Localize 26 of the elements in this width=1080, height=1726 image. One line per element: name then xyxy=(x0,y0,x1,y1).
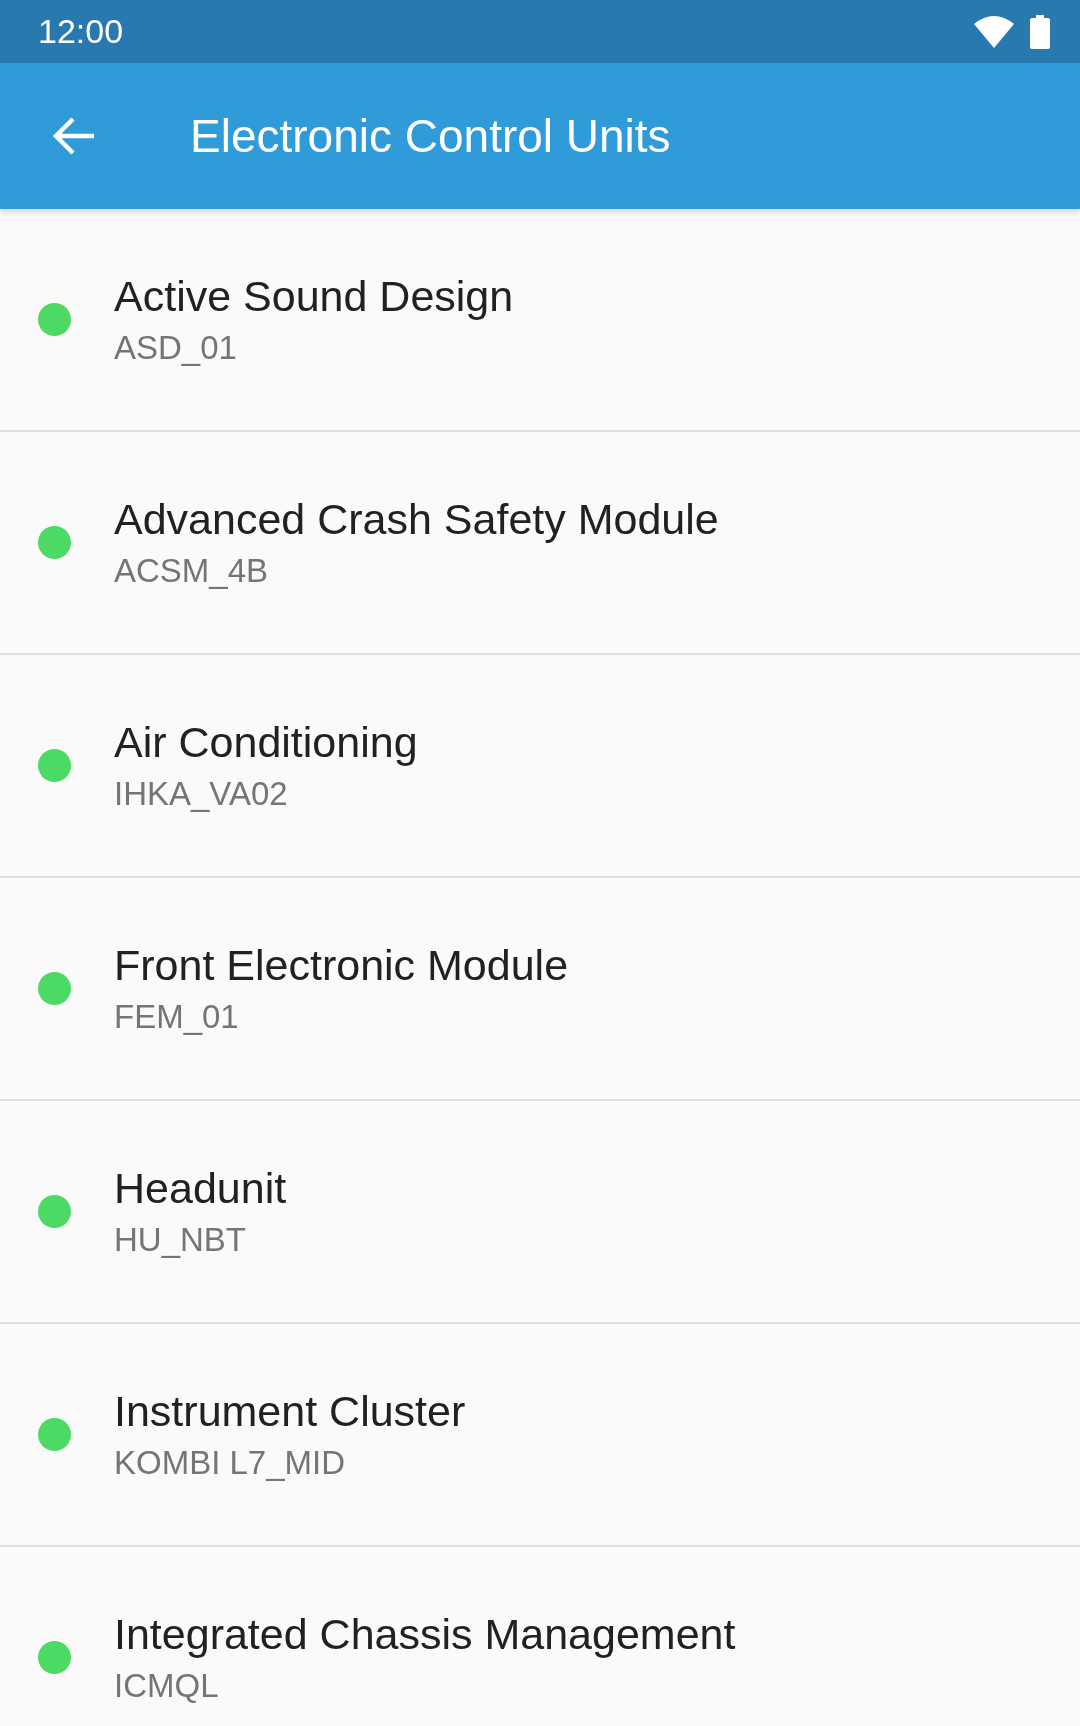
unit-name: Headunit xyxy=(114,1164,287,1213)
unit-code: FEM_01 xyxy=(114,998,240,1036)
screen-title: Electronic Control Units xyxy=(190,109,671,163)
unit-name: Integrated Chassis Management xyxy=(114,1610,736,1659)
unit-list-item[interactable]: Active Sound Design ASD_01 xyxy=(0,209,1080,432)
unit-list-item[interactable]: Front Electronic Module FEM_01 xyxy=(0,878,1080,1101)
unit-name: Front Electronic Module xyxy=(114,941,569,990)
unit-list-item[interactable]: Instrument Cluster KOMBI L7_MID xyxy=(0,1324,1080,1547)
unit-name: Advanced Crash Safety Module xyxy=(114,495,719,544)
status-time: 12:00 xyxy=(38,12,124,51)
unit-code: HU_NBT xyxy=(114,1221,248,1259)
unit-name: Air Conditioning xyxy=(114,718,418,767)
unit-code: ICMQL xyxy=(114,1667,220,1705)
unit-name: Active Sound Design xyxy=(114,272,514,321)
unit-code: KOMBI L7_MID xyxy=(114,1444,347,1482)
back-arrow-icon[interactable] xyxy=(52,116,96,156)
battery-icon xyxy=(1030,14,1050,49)
unit-list-item[interactable]: Integrated Chassis Management ICMQL xyxy=(0,1547,1080,1726)
unit-code: IHKA_VA02 xyxy=(114,775,289,813)
unit-name: Instrument Cluster xyxy=(114,1387,466,1436)
unit-code: ASD_01 xyxy=(114,329,238,367)
unit-list-item[interactable]: Headunit HU_NBT xyxy=(0,1101,1080,1324)
unit-list-item[interactable]: Advanced Crash Safety Module ACSM_4B xyxy=(0,432,1080,655)
wifi-icon xyxy=(974,15,1014,48)
unit-list-item[interactable]: Air Conditioning IHKA_VA02 xyxy=(0,655,1080,878)
unit-code: ACSM_4B xyxy=(114,552,270,590)
